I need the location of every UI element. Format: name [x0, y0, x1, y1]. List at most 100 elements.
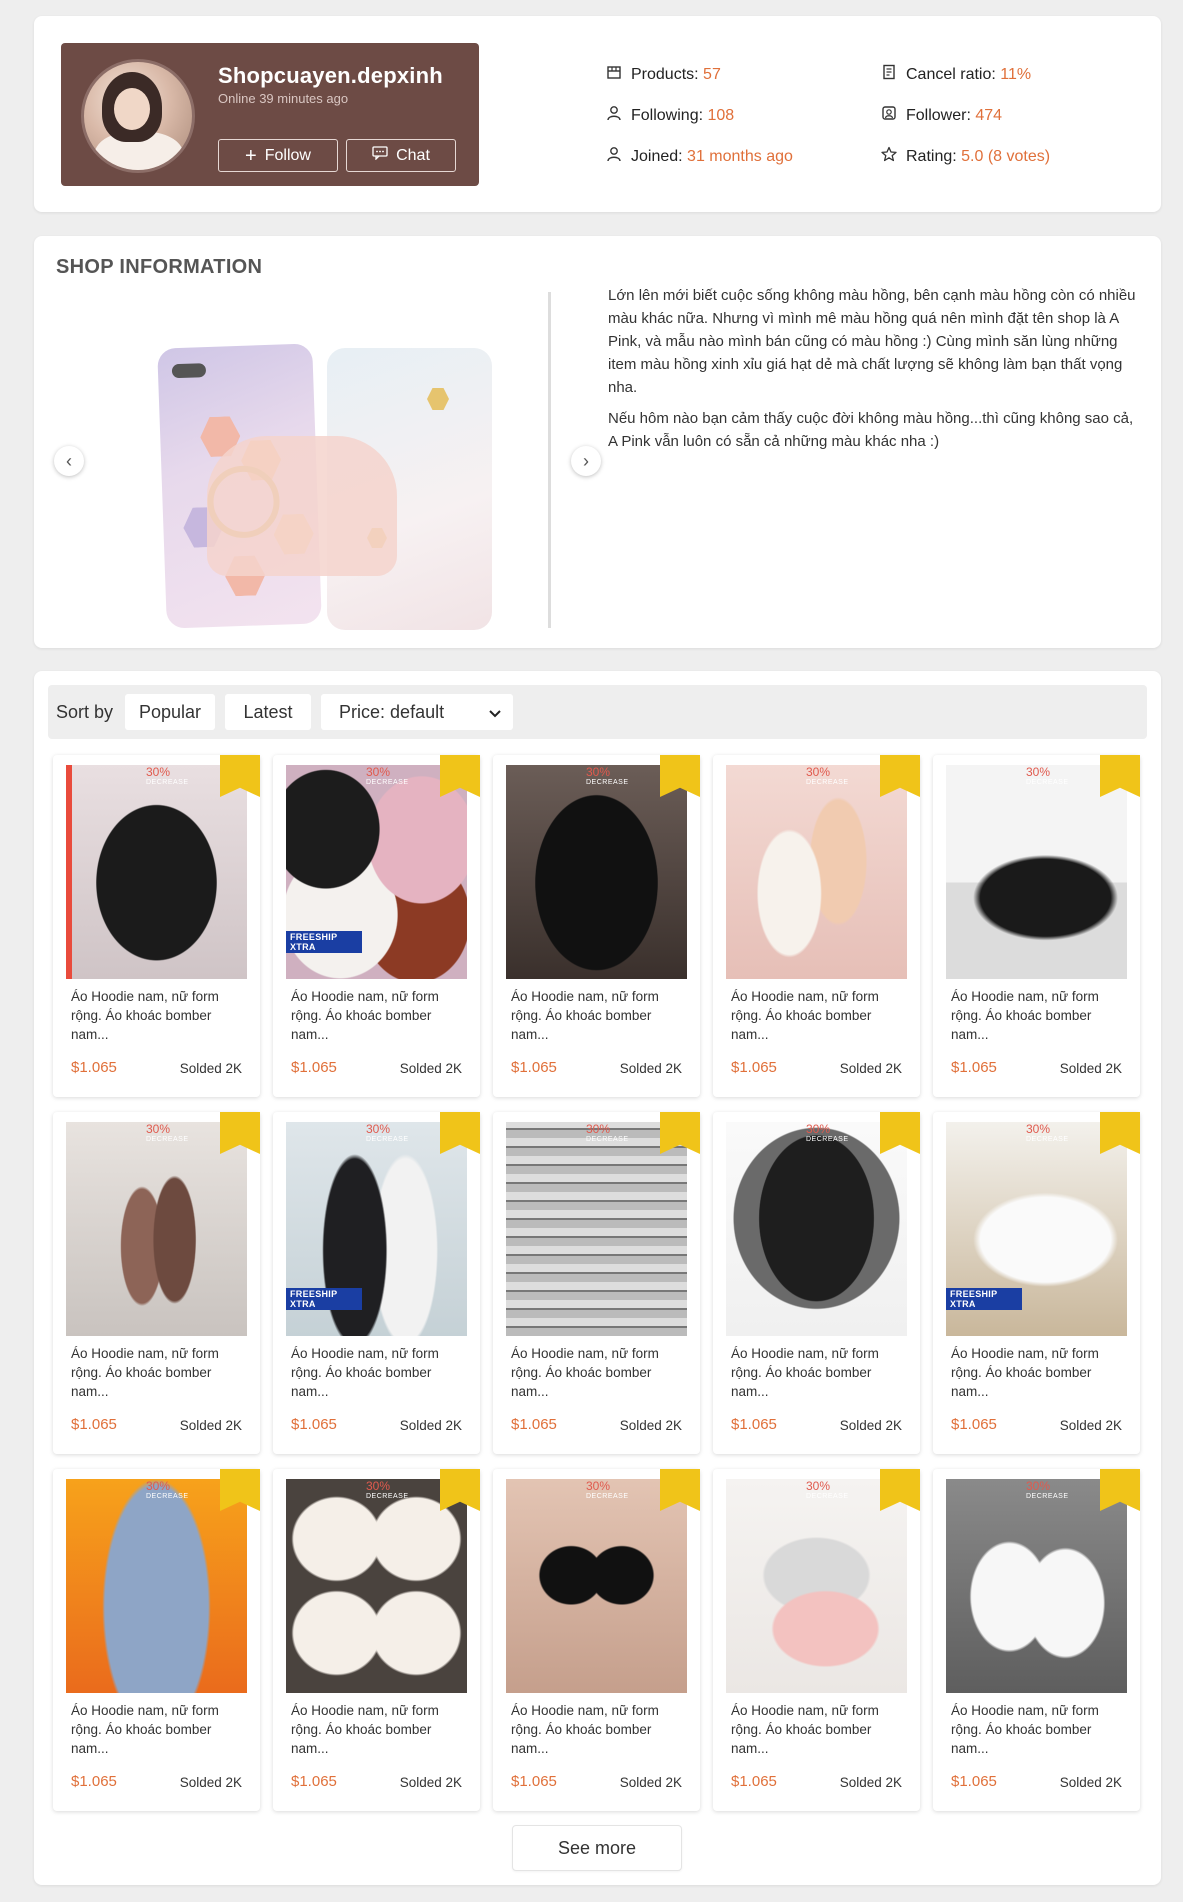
star-icon — [881, 146, 897, 167]
decrease-label: DECREASE — [1026, 1493, 1069, 1500]
product-image: 30% DECREASE FREESHIP XTRA — [946, 1122, 1127, 1336]
user-icon — [606, 105, 622, 126]
product-price: $1.065 — [951, 1416, 997, 1433]
product-title: Áo Hoodie nam, nữ form rộng. Áo khoác bo… — [951, 1346, 1099, 1399]
sort-popular-button[interactable]: Popular — [125, 694, 216, 730]
follow-button[interactable]: + Follow — [218, 139, 338, 172]
product-image: 30% DECREASE — [66, 1122, 247, 1336]
follower-count: 474 — [975, 106, 1003, 124]
product-card[interactable]: 30% DECREASE FREESHIP XTRA Áo Hoodie nam… — [273, 1112, 480, 1454]
decrease-label: DECREASE — [1026, 779, 1069, 786]
decrease-label: DECREASE — [366, 1493, 409, 1500]
product-title: Áo Hoodie nam, nữ form rộng. Áo khoác bo… — [291, 989, 439, 1042]
image-slider[interactable] — [122, 286, 552, 630]
products-count: 57 — [703, 65, 721, 83]
product-image: 30% DECREASE — [946, 1479, 1127, 1693]
product-sold: Solded 2K — [1059, 1418, 1122, 1433]
product-sold: Solded 2K — [619, 1418, 682, 1433]
product-image: 30% DECREASE FREESHIP XTRA — [286, 1122, 467, 1336]
product-image: 30% DECREASE — [506, 765, 687, 979]
product-title: Áo Hoodie nam, nữ form rộng. Áo khoác bo… — [511, 1346, 659, 1399]
discount-label: 30% — [806, 765, 831, 779]
product-title: Áo Hoodie nam, nữ form rộng. Áo khoác bo… — [951, 1703, 1099, 1756]
stat-products: Products: 57 — [606, 64, 721, 85]
product-sold: Solded 2K — [839, 1061, 902, 1076]
discount-label: 30% — [146, 765, 171, 779]
sort-label: Sort by — [56, 701, 114, 722]
product-card[interactable]: 30% DECREASE Áo Hoodie nam, nữ form rộng… — [493, 755, 700, 1097]
rating-value: 5.0 (8 votes) — [961, 147, 1051, 165]
section-title: SHOP INFORMATION — [56, 256, 263, 278]
product-sold: Solded 2K — [179, 1418, 242, 1433]
product-price: $1.065 — [291, 1059, 337, 1076]
decrease-label: DECREASE — [146, 1493, 189, 1500]
discount-label: 30% — [366, 1479, 391, 1493]
product-image: 30% DECREASE — [726, 1122, 907, 1336]
stat-cancel-ratio: Cancel ratio: 11% — [881, 64, 1031, 85]
product-card[interactable]: 30% DECREASE Áo Hoodie nam, nữ form rộng… — [933, 1469, 1140, 1811]
product-image: 30% DECREASE FREESHIP XTRA — [286, 765, 467, 979]
product-card[interactable]: 30% DECREASE FREESHIP XTRA Áo Hoodie nam… — [933, 1112, 1140, 1454]
product-title: Áo Hoodie nam, nữ form rộng. Áo khoác bo… — [511, 1703, 659, 1756]
freeship-badge: FREESHIP XTRA — [286, 1288, 362, 1310]
product-title: Áo Hoodie nam, nữ form rộng. Áo khoác bo… — [71, 1346, 219, 1399]
product-title: Áo Hoodie nam, nữ form rộng. Áo khoác bo… — [951, 989, 1099, 1042]
freeship-badge: FREESHIP XTRA — [946, 1288, 1022, 1310]
slider-prev-button[interactable]: ‹ — [54, 446, 84, 476]
product-sold: Solded 2K — [839, 1418, 902, 1433]
discount-label: 30% — [586, 1479, 611, 1493]
chevron-down-icon — [489, 702, 501, 723]
discount-label: 30% — [146, 1479, 171, 1493]
product-card[interactable]: 30% DECREASE Áo Hoodie nam, nữ form rộng… — [713, 755, 920, 1097]
chat-button[interactable]: Chat — [346, 139, 456, 172]
decrease-label: DECREASE — [146, 1136, 189, 1143]
product-card[interactable]: 30% DECREASE Áo Hoodie nam, nữ form rộng… — [53, 755, 260, 1097]
product-title: Áo Hoodie nam, nữ form rộng. Áo khoác bo… — [731, 1346, 879, 1399]
product-card[interactable]: 30% DECREASE Áo Hoodie nam, nữ form rộng… — [53, 1112, 260, 1454]
product-price: $1.065 — [731, 1416, 777, 1433]
plus-icon: + — [245, 144, 257, 167]
product-card[interactable]: 30% DECREASE Áo Hoodie nam, nữ form rộng… — [493, 1112, 700, 1454]
product-card[interactable]: 30% DECREASE Áo Hoodie nam, nữ form rộng… — [933, 755, 1140, 1097]
freeship-badge: FREESHIP XTRA — [286, 931, 362, 953]
decrease-label: DECREASE — [586, 1493, 629, 1500]
slider-next-button[interactable]: › — [571, 446, 601, 476]
product-card[interactable]: 30% DECREASE FREESHIP XTRA Áo Hoodie nam… — [273, 755, 480, 1097]
shop-name: Shopcuayen.depxinh — [218, 63, 443, 88]
product-card[interactable]: 30% DECREASE Áo Hoodie nam, nữ form rộng… — [713, 1112, 920, 1454]
product-card[interactable]: 30% DECREASE Áo Hoodie nam, nữ form rộng… — [53, 1469, 260, 1811]
online-status: Online 39 minutes ago — [218, 91, 349, 106]
product-card[interactable]: 30% DECREASE Áo Hoodie nam, nữ form rộng… — [493, 1469, 700, 1811]
cancel-ratio-value: 11% — [1000, 65, 1032, 83]
product-title: Áo Hoodie nam, nữ form rộng. Áo khoác bo… — [731, 989, 879, 1042]
product-price: $1.065 — [511, 1416, 557, 1433]
user-check-icon — [606, 146, 622, 167]
product-sold: Solded 2K — [399, 1775, 462, 1790]
product-title: Áo Hoodie nam, nữ form rộng. Áo khoác bo… — [731, 1703, 879, 1756]
discount-label: 30% — [806, 1479, 831, 1493]
products-card: Sort by Popular Latest Price: default 30… — [34, 671, 1161, 1885]
decrease-label: DECREASE — [146, 779, 189, 786]
product-sold: Solded 2K — [1059, 1061, 1122, 1076]
receipt-icon — [881, 64, 897, 85]
product-price: $1.065 — [951, 1773, 997, 1790]
discount-label: 30% — [806, 1122, 831, 1136]
decrease-label: DECREASE — [806, 1493, 849, 1500]
product-image: 30% DECREASE — [506, 1479, 687, 1693]
product-price: $1.065 — [731, 1773, 777, 1790]
product-card[interactable]: 30% DECREASE Áo Hoodie nam, nữ form rộng… — [713, 1469, 920, 1811]
product-price: $1.065 — [731, 1059, 777, 1076]
product-image: 30% DECREASE — [286, 1479, 467, 1693]
sort-latest-button[interactable]: Latest — [225, 694, 312, 730]
avatar[interactable] — [81, 59, 195, 173]
product-sold: Solded 2K — [619, 1061, 682, 1076]
product-sold: Solded 2K — [179, 1775, 242, 1790]
follow-label: Follow — [264, 146, 311, 164]
discount-label: 30% — [1026, 765, 1051, 779]
product-card[interactable]: 30% DECREASE Áo Hoodie nam, nữ form rộng… — [273, 1469, 480, 1811]
decrease-label: DECREASE — [1026, 1136, 1069, 1143]
price-sort-select[interactable]: Price: default — [321, 694, 514, 730]
joined-value: 31 months ago — [687, 147, 793, 165]
see-more-button[interactable]: See more — [512, 1825, 682, 1871]
stat-follower: Follower: 474 — [881, 105, 1002, 126]
